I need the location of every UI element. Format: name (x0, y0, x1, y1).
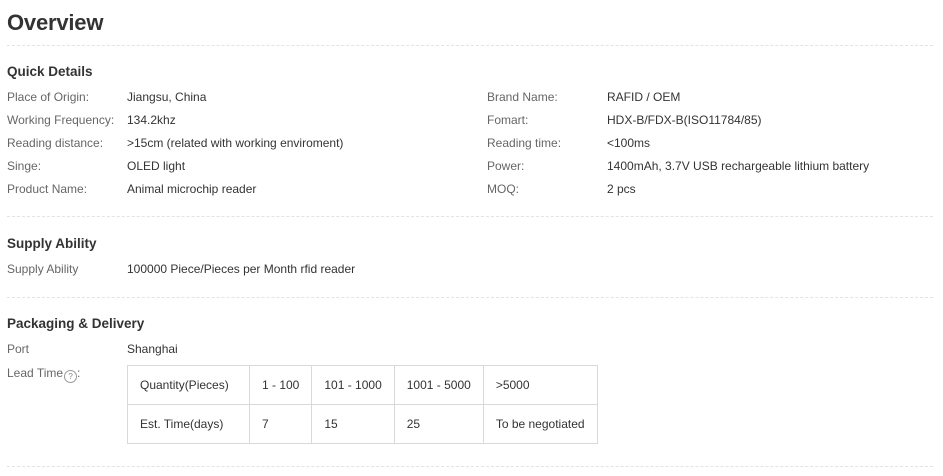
detail-label: Working Frequency: (7, 113, 115, 127)
divider (7, 216, 933, 217)
detail-label: Brand Name: (487, 90, 558, 104)
table-header-cell: Quantity(Pieces) (127, 365, 250, 405)
detail-value: OLED light (127, 159, 186, 173)
table-row: Est. Time(days) 7 15 25 To be negotiated (127, 404, 598, 444)
detail-label: Singe: (7, 159, 42, 173)
detail-row: MOQ: 2 pcs (487, 182, 927, 198)
detail-value: 134.2khz (127, 113, 176, 127)
detail-value: >15cm (related with working enviroment) (127, 136, 344, 150)
table-cell: To be negotiated (482, 404, 598, 444)
detail-value: <100ms (607, 136, 651, 150)
detail-row: Reading time: <100ms (487, 136, 927, 152)
detail-label: Power: (487, 159, 525, 173)
detail-value: RAFID / OEM (607, 90, 681, 104)
table-cell: Est. Time(days) (127, 404, 250, 444)
table-header-cell: 101 - 1000 (311, 365, 395, 405)
detail-label: Reading time: (487, 136, 562, 150)
supply-ability-title: Supply Ability (7, 236, 97, 251)
port-label: Port (7, 342, 30, 356)
divider (7, 45, 933, 46)
detail-label: Reading distance: (7, 136, 104, 150)
detail-row: Singe: OLED light (7, 159, 477, 175)
lead-time-label-wrap: Lead Time?: (7, 366, 80, 383)
detail-row: Brand Name: RAFID / OEM (487, 90, 927, 106)
table-cell: 25 (393, 404, 484, 444)
page-title: Overview (7, 10, 104, 35)
detail-label: Fomart: (487, 113, 529, 127)
divider (7, 466, 933, 467)
detail-value: 2 pcs (607, 182, 636, 196)
table-cell: 7 (248, 404, 313, 444)
table-row: Quantity(Pieces) 1 - 100 101 - 1000 1001… (127, 365, 598, 405)
packaging-title: Packaging & Delivery (7, 316, 145, 331)
table-header-cell: 1001 - 5000 (393, 365, 484, 405)
detail-row: Fomart: HDX-B/FDX-B(ISO11784/85) (487, 113, 927, 129)
detail-label: MOQ: (487, 182, 519, 196)
lead-time-colon: : (77, 366, 81, 380)
help-icon[interactable]: ? (64, 370, 78, 383)
lead-time-table: Quantity(Pieces) 1 - 100 101 - 1000 1001… (127, 365, 598, 444)
detail-label: Place of Origin: (7, 90, 90, 104)
detail-value: Jiangsu, China (127, 90, 207, 104)
port-row: Port Shanghai (7, 342, 477, 358)
supply-ability-row: Supply Ability 100000 Piece/Pieces per M… (7, 262, 477, 278)
detail-value: 1400mAh, 3.7V USB rechargeable lithium b… (607, 159, 870, 173)
quick-details-title: Quick Details (7, 64, 93, 79)
port-value: Shanghai (127, 342, 178, 356)
lead-time-label: Lead Time (7, 366, 64, 380)
divider (7, 297, 933, 298)
table-cell: 15 (311, 404, 395, 444)
supply-ability-label: Supply Ability (7, 262, 79, 276)
detail-row: Product Name: Animal microchip reader (7, 182, 477, 198)
table-header-cell: 1 - 100 (248, 365, 313, 405)
supply-ability-value: 100000 Piece/Pieces per Month rfid reade… (127, 262, 356, 276)
detail-row: Reading distance: >15cm (related with wo… (7, 136, 477, 152)
table-header-cell: >5000 (482, 365, 598, 405)
detail-row: Place of Origin: Jiangsu, China (7, 90, 477, 106)
detail-row: Power: 1400mAh, 3.7V USB rechargeable li… (487, 159, 927, 175)
detail-value: HDX-B/FDX-B(ISO11784/85) (607, 113, 762, 127)
detail-label: Product Name: (7, 182, 88, 196)
detail-row: Working Frequency: 134.2khz (7, 113, 477, 129)
detail-value: Animal microchip reader (127, 182, 257, 196)
